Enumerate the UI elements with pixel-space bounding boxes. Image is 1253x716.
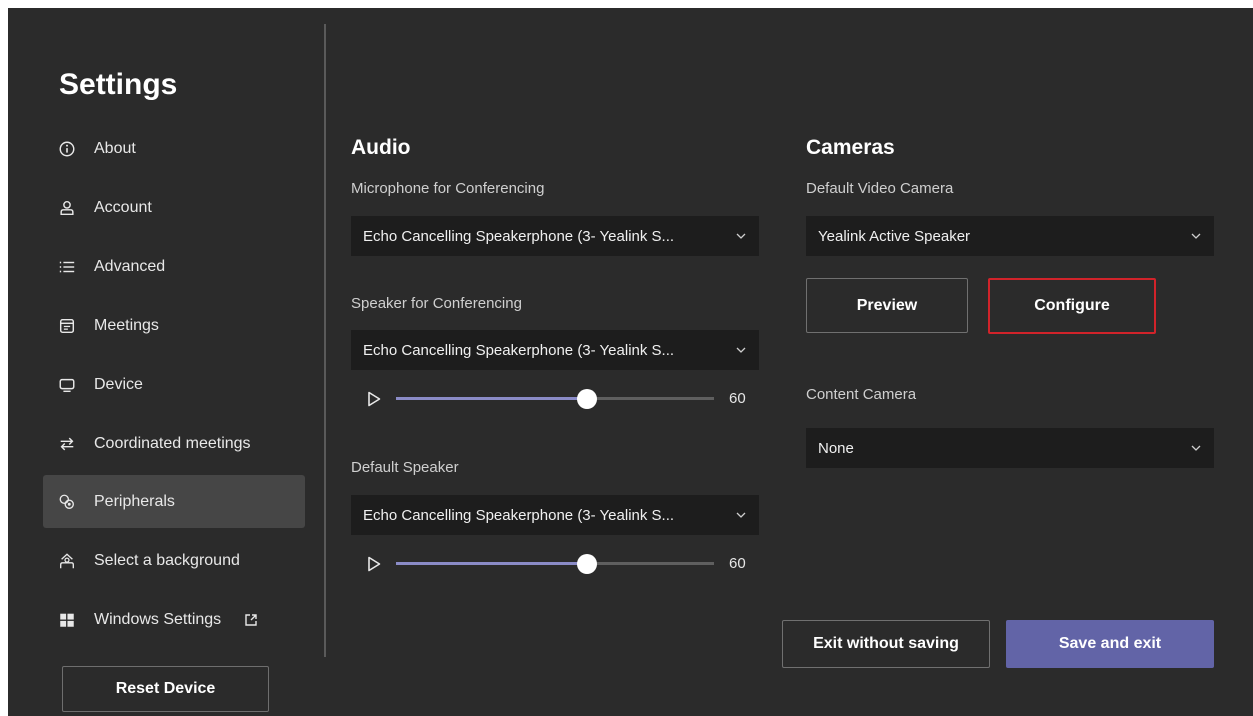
default-speaker-value: Echo Cancelling Speakerphone (3- Yealink… bbox=[363, 506, 675, 524]
monitor-icon bbox=[56, 374, 78, 396]
sidebar-item-label: Select a background bbox=[94, 551, 240, 569]
sidebar-item-meetings[interactable]: Meetings bbox=[43, 299, 305, 352]
sidebar-divider bbox=[324, 24, 326, 657]
sidebar-item-windows-settings[interactable]: Windows Settings bbox=[43, 593, 305, 646]
speaker-value: Echo Cancelling Speakerphone (3- Yealink… bbox=[363, 341, 675, 359]
configure-button[interactable]: Configure bbox=[988, 278, 1156, 334]
sidebar-item-label: Advanced bbox=[94, 257, 166, 275]
default-speaker-volume-value: 60 bbox=[729, 555, 746, 572]
play-test-sound-icon[interactable] bbox=[365, 390, 383, 408]
content-camera-dropdown[interactable]: None bbox=[806, 428, 1214, 468]
windows-icon bbox=[56, 609, 78, 631]
speaker-volume-thumb[interactable] bbox=[576, 389, 597, 409]
default-video-camera-label: Default Video Camera bbox=[806, 180, 954, 197]
microphone-dropdown[interactable]: Echo Cancelling Speakerphone (3- Yealink… bbox=[351, 216, 759, 256]
sidebar-item-peripherals[interactable]: Peripherals bbox=[43, 475, 305, 528]
page-title: Settings bbox=[59, 68, 178, 101]
sidebar-item-coordinated-meetings[interactable]: Coordinated meetings bbox=[43, 417, 305, 470]
chevron-down-icon bbox=[1190, 442, 1202, 454]
chevron-down-icon bbox=[735, 344, 747, 356]
speaker-label: Speaker for Conferencing bbox=[351, 295, 522, 312]
speaker-volume-value: 60 bbox=[729, 390, 746, 407]
external-link-icon bbox=[243, 612, 259, 628]
microphone-value: Echo Cancelling Speakerphone (3- Yealink… bbox=[363, 227, 675, 245]
calendar-icon bbox=[56, 315, 78, 337]
list-icon bbox=[56, 256, 78, 278]
sidebar-item-account[interactable]: Account bbox=[43, 181, 305, 234]
sidebar-item-select-a-background[interactable]: Select a background bbox=[43, 534, 305, 587]
cameras-heading: Cameras bbox=[806, 136, 895, 159]
audio-heading: Audio bbox=[351, 136, 411, 159]
sidebar-item-device[interactable]: Device bbox=[43, 358, 305, 411]
default-speaker-volume-fill bbox=[396, 562, 587, 565]
content-camera-label: Content Camera bbox=[806, 386, 917, 403]
default-speaker-dropdown[interactable]: Echo Cancelling Speakerphone (3- Yealink… bbox=[351, 495, 759, 535]
exit-without-saving-button[interactable]: Exit without saving bbox=[782, 620, 990, 668]
sidebar-item-label: Device bbox=[94, 375, 143, 393]
peripherals-icon bbox=[56, 491, 78, 513]
preview-button[interactable]: Preview bbox=[806, 278, 968, 333]
sidebar-item-label: Account bbox=[94, 198, 152, 216]
play-test-sound-icon[interactable] bbox=[365, 555, 383, 573]
chevron-down-icon bbox=[735, 509, 747, 521]
chevron-down-icon bbox=[735, 230, 747, 242]
speaker-volume-row: 60 bbox=[351, 387, 759, 411]
sidebar: Settings About Account Advanced Meetings bbox=[8, 8, 326, 716]
default-speaker-volume-thumb[interactable] bbox=[576, 554, 597, 574]
sidebar-item-label: Meetings bbox=[94, 316, 159, 334]
reset-device-button[interactable]: Reset Device bbox=[62, 666, 269, 712]
swap-arrows-icon bbox=[56, 433, 78, 455]
speaker-dropdown[interactable]: Echo Cancelling Speakerphone (3- Yealink… bbox=[351, 330, 759, 370]
default-speaker-label: Default Speaker bbox=[351, 459, 459, 476]
speaker-volume-slider[interactable] bbox=[396, 389, 714, 409]
sidebar-item-advanced[interactable]: Advanced bbox=[43, 240, 305, 293]
chevron-down-icon bbox=[1190, 230, 1202, 242]
sidebar-item-label: Windows Settings bbox=[94, 610, 222, 628]
settings-window: Settings About Account Advanced Meetings bbox=[8, 8, 1253, 716]
info-icon bbox=[56, 138, 78, 160]
default-speaker-volume-slider[interactable] bbox=[396, 554, 714, 574]
sidebar-item-about[interactable]: About bbox=[43, 122, 305, 175]
default-video-camera-dropdown[interactable]: Yealink Active Speaker bbox=[806, 216, 1214, 256]
default-speaker-volume-row: 60 bbox=[351, 552, 759, 576]
default-video-camera-value: Yealink Active Speaker bbox=[818, 227, 971, 245]
microphone-label: Microphone for Conferencing bbox=[351, 180, 545, 197]
save-and-exit-button[interactable]: Save and exit bbox=[1006, 620, 1214, 668]
sidebar-item-label: About bbox=[94, 139, 136, 157]
speaker-volume-fill bbox=[396, 397, 587, 400]
person-icon bbox=[56, 197, 78, 219]
content-camera-value: None bbox=[818, 439, 854, 457]
sidebar-item-label: Coordinated meetings bbox=[94, 434, 251, 452]
background-icon bbox=[56, 550, 78, 572]
sidebar-item-label: Peripherals bbox=[94, 492, 175, 510]
